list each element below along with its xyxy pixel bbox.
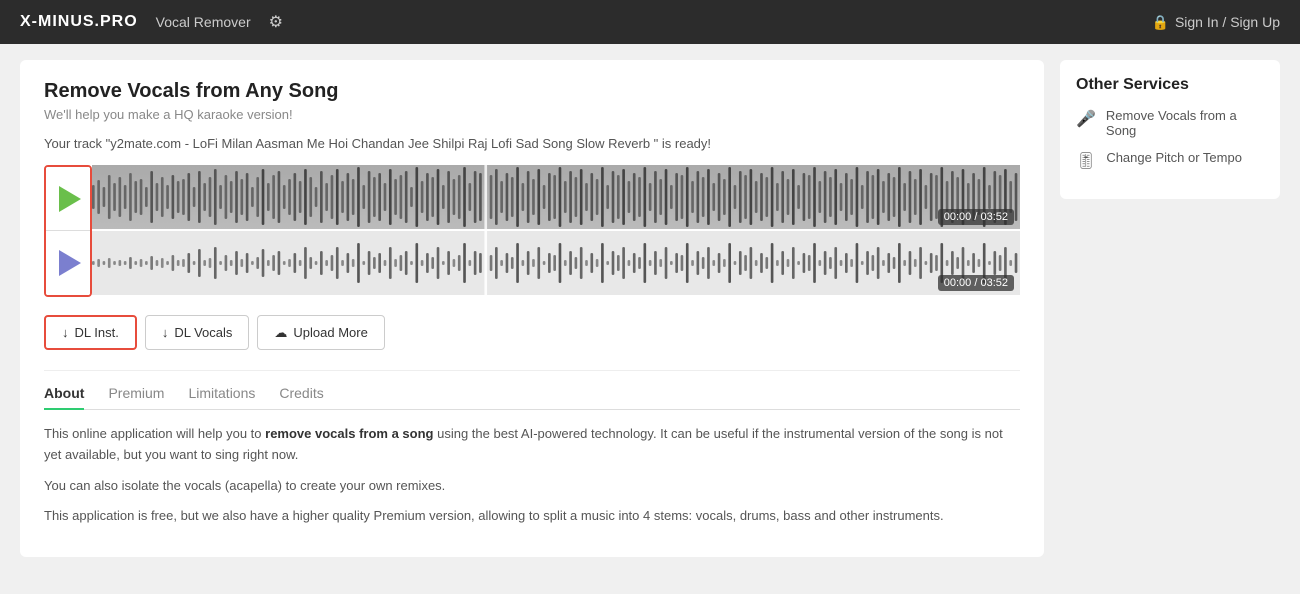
tab-about[interactable]: About (44, 385, 84, 409)
download-vocals-icon: ↓ (162, 325, 169, 340)
tabs-section: About Premium Limitations Credits This o… (44, 370, 1020, 527)
sidebar-item-change-pitch-label: Change Pitch or Tempo (1106, 150, 1242, 165)
page-subtitle: We'll help you make a HQ karaoke version… (44, 107, 1020, 122)
about-para-1: This online application will help you to… (44, 424, 1020, 466)
track-ready-text: Your track "y2mate.com - LoFi Milan Aasm… (44, 136, 1020, 151)
dl-inst-button[interactable]: ↓ DL Inst. (44, 315, 137, 350)
play-green-icon (59, 186, 81, 212)
pitch-icon: 🎚 (1076, 151, 1096, 171)
lock-icon: 🔒 (1152, 14, 1169, 31)
header: X-MINUS.PRO Vocal Remover ⚙ 🔒 Sign In / … (0, 0, 1300, 44)
sidebar-title: Other Services (1076, 76, 1264, 94)
nav-vocal-remover[interactable]: Vocal Remover (156, 14, 251, 30)
page-title: Remove Vocals from Any Song (44, 80, 1020, 103)
gear-icon[interactable]: ⚙ (269, 12, 283, 32)
waveform-vocals[interactable]: 00:00 / 03:52 (92, 231, 1020, 295)
header-left: X-MINUS.PRO Vocal Remover ⚙ (20, 12, 283, 32)
waveform-vocals-svg (92, 231, 1020, 295)
waveform-instrumental[interactable]: 00:00 / 03:52 (92, 165, 1020, 229)
waveform-container: 00:00 / 03:52 (92, 165, 1020, 297)
tab-credits[interactable]: Credits (279, 385, 323, 409)
tab-limitations[interactable]: Limitations (188, 385, 255, 409)
upload-more-button[interactable]: ☁ Upload More (257, 315, 384, 350)
sign-in-button[interactable]: 🔒 Sign In / Sign Up (1152, 14, 1281, 31)
sidebar-item-change-pitch[interactable]: 🎚 Change Pitch or Tempo (1076, 150, 1264, 171)
about-para-2: You can also isolate the vocals (acapell… (44, 476, 1020, 497)
tab-premium[interactable]: Premium (108, 385, 164, 409)
action-buttons: ↓ DL Inst. ↓ DL Vocals ☁ Upload More (44, 315, 1020, 350)
sidebar-card: Other Services 🎤 Remove Vocals from a So… (1060, 60, 1280, 199)
waveform-instrumental-svg (92, 165, 1020, 229)
time-badge-bottom: 00:00 / 03:52 (938, 275, 1014, 291)
player-area: 00:00 / 03:52 (44, 165, 1020, 297)
microphone-icon: 🎤 (1076, 109, 1096, 129)
about-para-3: This application is free, but we also ha… (44, 506, 1020, 527)
sidebar-item-remove-vocals-label: Remove Vocals from a Song (1106, 108, 1264, 138)
play-vocals-button[interactable] (46, 231, 92, 295)
main-layout: Remove Vocals from Any Song We'll help y… (0, 44, 1300, 573)
play-blue-icon (59, 250, 81, 276)
play-btn-container (44, 165, 92, 297)
play-instrumental-button[interactable] (46, 167, 92, 231)
site-logo[interactable]: X-MINUS.PRO (20, 13, 138, 31)
upload-icon: ☁ (274, 325, 287, 341)
time-badge-top: 00:00 / 03:52 (938, 209, 1014, 225)
dl-vocals-button[interactable]: ↓ DL Vocals (145, 315, 250, 350)
tabs-nav: About Premium Limitations Credits (44, 385, 1020, 410)
download-inst-icon: ↓ (62, 325, 69, 340)
sidebar: Other Services 🎤 Remove Vocals from a So… (1060, 60, 1280, 557)
tab-content-about: This online application will help you to… (44, 424, 1020, 527)
sidebar-item-remove-vocals[interactable]: 🎤 Remove Vocals from a Song (1076, 108, 1264, 138)
main-content: Remove Vocals from Any Song We'll help y… (20, 60, 1044, 557)
